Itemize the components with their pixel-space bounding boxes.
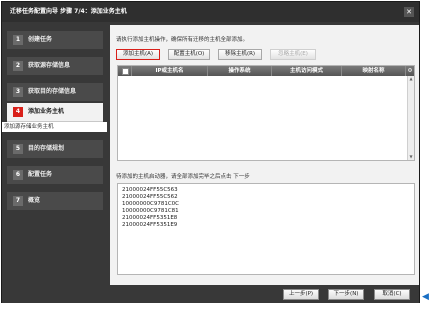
ignore-host-button[interactable]: 忽略主机(E): [270, 49, 316, 60]
list-item: 21000024FF5351E9: [122, 222, 178, 228]
step-sidebar: 1 创建任务 2 获取源存储信息 3 获取目的存储信息 4 添加业务主机 添加源存储业务…: [2, 23, 107, 283]
substep-add-source-hosts[interactable]: 添加源存储业务主机: [2, 122, 107, 132]
select-all-column: [118, 66, 132, 76]
scroll-up-icon[interactable]: ▲: [408, 76, 414, 82]
step-label: 获取源存储信息: [28, 62, 71, 69]
step-item-add-hosts[interactable]: 4 添加业务主机: [7, 103, 103, 122]
step-label: 概览: [28, 197, 41, 204]
step-number: 4: [13, 107, 23, 117]
step-label: 创建任务: [28, 36, 53, 43]
step-number: 1: [13, 35, 23, 45]
step-item-target-storage[interactable]: 3 获取目的存储信息: [7, 83, 103, 101]
prev-button[interactable]: 上一步(P): [283, 289, 319, 300]
column-header-ip[interactable]: IP或主机名: [132, 66, 208, 76]
initiator-list[interactable]: 21000024FF55C563 21000024FF55C562 100000…: [117, 183, 415, 275]
list-item: 10000000C9781C81: [122, 208, 179, 214]
wizard-dialog: 迁移任务配置向导 步骤 7/4：添加业务主机 ✕ 1 创建任务 2 获取源存储信息 …: [1, 1, 420, 303]
step-item-overview[interactable]: 7 概览: [7, 192, 103, 210]
step-label: 目的存储规划: [28, 145, 65, 152]
pending-initiators-label: 待添加的主机启动器，请全部添加完毕之后点击 下一步: [116, 174, 250, 180]
list-item: 21000024FF55C563: [122, 187, 178, 193]
step-item-target-plan[interactable]: 5 目的存储规划: [7, 140, 103, 158]
table-scrollbar[interactable]: ▲ ▼: [407, 76, 414, 160]
list-item: 10000000C9781C0C: [122, 201, 180, 207]
step-item-create-task[interactable]: 1 创建任务: [7, 31, 103, 49]
list-item: 21000024FF55C562: [122, 194, 178, 200]
column-header-mapping-name[interactable]: 映射名称: [342, 66, 406, 76]
column-header-os[interactable]: 操作系统: [208, 66, 272, 76]
dialog-title: 迁移任务配置向导 步骤 7/4：添加业务主机: [2, 2, 419, 22]
cancel-button[interactable]: 取消(C): [374, 289, 410, 300]
remove-host-button[interactable]: 移除主机(R): [218, 49, 262, 60]
step-number: 6: [13, 170, 23, 180]
select-all-checkbox[interactable]: [122, 68, 129, 75]
close-icon[interactable]: ✕: [404, 7, 414, 17]
arrow-left-icon: ◀: [422, 292, 429, 302]
scroll-down-icon[interactable]: ▼: [408, 154, 414, 160]
add-host-instruction: 请执行添加主机操作，确保所有迁移的主机全部添加。: [116, 37, 249, 43]
table-header: IP或主机名 操作系统 主机访问模式 映射名称 ⚙: [118, 66, 414, 76]
add-host-button[interactable]: 添加主机(A): [116, 49, 160, 60]
column-header-access-mode[interactable]: 主机访问模式: [272, 66, 342, 76]
column-settings-icon[interactable]: ⚙: [406, 66, 414, 76]
step-item-config-task[interactable]: 6 配置任务: [7, 166, 103, 184]
step-number: 3: [13, 87, 23, 97]
step-number: 7: [13, 196, 23, 206]
dialog-footer: 上一步(P) 下一步(N) 取消(C): [2, 286, 419, 303]
content-panel: 请执行添加主机操作，确保所有迁移的主机全部添加。 添加主机(A) 配置主机(O)…: [110, 25, 419, 285]
step-number: 2: [13, 61, 23, 71]
list-item: 21000024FF5351E8: [122, 215, 178, 221]
config-host-button[interactable]: 配置主机(O): [168, 49, 210, 60]
host-table: IP或主机名 操作系统 主机访问模式 映射名称 ⚙ ▲ ▼: [117, 65, 415, 161]
next-button[interactable]: 下一步(N): [328, 289, 364, 300]
step-item-source-storage[interactable]: 2 获取源存储信息: [7, 57, 103, 75]
step-label: 添加业务主机: [28, 108, 65, 115]
step-label: 配置任务: [28, 171, 53, 178]
step-label: 获取目的存储信息: [28, 88, 77, 95]
step-number: 5: [13, 144, 23, 154]
